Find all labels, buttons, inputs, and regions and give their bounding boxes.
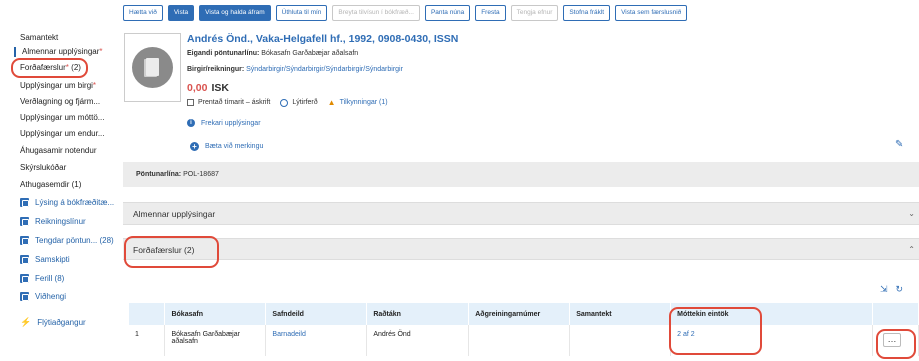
assign-to-me-button[interactable]: Úthluta til mín <box>275 5 328 21</box>
cell-library: Bókasafn Garðabæjar aðalsafn <box>164 325 267 356</box>
plus-icon: + <box>190 142 199 151</box>
save-button[interactable]: Vista <box>167 5 195 21</box>
owner-info: Eigandi pöntunarlínu: Bókasafn Garðabæja… <box>187 50 359 57</box>
cell-received: 2 af 2 <box>670 325 873 356</box>
sidebar-link-quick-access[interactable]: ⚡ Flýtiaðgangur <box>20 317 86 328</box>
col-header-num <box>129 303 166 325</box>
flag-lifecycle: Lýtirferð <box>280 98 318 107</box>
section-general-header[interactable]: Almennar upplýsingar ⌄ <box>123 202 919 225</box>
bolt-icon: ⚡ <box>20 317 32 327</box>
pencil-icon[interactable]: ✎ <box>895 139 903 150</box>
location-link[interactable]: Barnadeild <box>272 331 305 338</box>
vendor-info: Birgir/reikningur: Sýndarbirgir/Sýndarbi… <box>187 66 403 73</box>
table-header-row: Bókasafn Safndeild Raðtákn Aðgreiningarn… <box>129 303 919 325</box>
cell-summary <box>569 325 672 356</box>
col-header-received: Móttekin eintök <box>670 303 873 325</box>
defer-button[interactable]: Fresta <box>475 5 506 21</box>
cell-callnumber: Andrés Önd <box>366 325 470 356</box>
sidebar-link-linked-orders[interactable]: Tengdar pöntun... (28) <box>20 236 114 245</box>
col-header-library: Bókasafn <box>164 303 267 325</box>
table-row: 1 Bókasafn Garðabæjar aðalsafn Barnadeil… <box>129 325 919 356</box>
col-header-actions <box>872 303 919 325</box>
sidebar-link-bib-record[interactable]: Lýsing á bókfræðitæ... <box>20 198 114 207</box>
cell-actions: … <box>872 325 919 356</box>
col-header-location: Safndeild <box>265 303 368 325</box>
change-bib-reference-button[interactable]: Breyta tilvísun í bókfræð... <box>332 5 420 21</box>
record-icon <box>20 236 29 245</box>
sidebar-item-renewal[interactable]: Upplýsingar um endur... <box>20 129 105 139</box>
col-header-summary: Samantekt <box>569 303 672 325</box>
more-actions-button[interactable]: … <box>882 333 901 347</box>
holdings-table: Bókasafn Safndeild Raðtákn Aðgreiningarn… <box>129 303 919 356</box>
link-items-button[interactable]: Tengja efnur <box>510 5 559 21</box>
sidebar-item-holdings[interactable]: Forðafærslur* (2) <box>20 63 81 73</box>
record-icon <box>20 292 29 301</box>
info-icon: i <box>187 119 195 127</box>
cell-num: 1 <box>129 325 166 356</box>
save-and-continue-button[interactable]: Vista og halda áfram <box>199 5 271 21</box>
panel-actions: ⇲ ↻ <box>880 284 903 295</box>
save-as-template-button[interactable]: Vista sem færslusnið <box>615 5 688 21</box>
record-icon <box>20 274 29 283</box>
export-icon[interactable]: ⇲ <box>880 284 888 295</box>
sidebar-item-notes[interactable]: Athugasemdir (1) <box>20 180 81 190</box>
sidebar-item-general[interactable]: Almennar upplýsingar* <box>14 47 103 57</box>
clock-icon <box>280 98 289 107</box>
record-icon <box>20 198 29 207</box>
checkbox-icon <box>187 99 194 106</box>
sidebar-link-invoice-lines[interactable]: Reikningslínur <box>20 217 86 226</box>
sidebar-item-receiving[interactable]: Upplýsingar um móttö... <box>20 113 104 123</box>
sidebar-item-vendor[interactable]: Upplýsingar um birgi* <box>20 81 96 91</box>
sidebar-item-pricing[interactable]: Verðlagning og fjárm... <box>20 97 100 107</box>
chevron-up-icon: ⌃ <box>908 245 915 254</box>
sidebar-link-communications[interactable]: Samskipti <box>20 255 70 264</box>
flag-print-subscription: Prentað tímarit – áskrift <box>187 99 270 106</box>
order-line-bar: Pöntunarlína: POL-18687 <box>123 162 919 187</box>
section-holdings-header[interactable]: Forðafærslur (2) ⌃ <box>123 238 919 260</box>
record-icon <box>20 217 29 226</box>
sidebar-item-interested-users[interactable]: Áhugasamir notendur <box>20 146 97 156</box>
add-tag-button[interactable]: + Bæta við merkingu <box>190 142 263 151</box>
received-items-link[interactable]: 2 af 2 <box>677 331 695 338</box>
sidebar-item-report-codes[interactable]: Skýrslukóðar <box>20 163 66 173</box>
price: 0,00 ISK <box>187 82 229 94</box>
sidebar-link-attachments[interactable]: Viðhengi <box>20 292 66 301</box>
page-title[interactable]: Andrés Önd., Vaka-Helgafell hf., 1992, 0… <box>187 33 458 45</box>
chevron-down-icon: ⌄ <box>908 209 915 218</box>
more-info-link[interactable]: i Frekari upplýsingar <box>187 119 261 127</box>
sidebar-link-history[interactable]: Ferill (8) <box>20 274 64 283</box>
order-now-button[interactable]: Panta núna <box>424 5 471 21</box>
status-flags: Prentað tímarit – áskrift Lýtirferð ▲ Til… <box>187 98 388 107</box>
sidebar: Samantekt Almennar upplýsingar* Forðafær… <box>0 0 117 361</box>
cover-thumbnail <box>124 33 181 102</box>
book-icon <box>132 47 173 88</box>
refresh-icon[interactable]: ↻ <box>896 284 904 295</box>
record-icon <box>20 255 29 264</box>
col-header-barcode: Aðgreiningarnúmer <box>468 303 571 325</box>
vendor-link[interactable]: Sýndarbirgir/Sýndarbirgir/Sýndarbirgir/S… <box>246 66 403 73</box>
cell-barcode <box>468 325 571 356</box>
create-return-button[interactable]: Stofna fráklt <box>563 5 611 21</box>
cancel-button[interactable]: Hætta við <box>123 5 163 21</box>
col-header-callnumber: Raðtákn <box>366 303 470 325</box>
cell-location: Barnadeild <box>265 325 368 356</box>
toolbar: Hætta við Vista Vista og halda áfram Úth… <box>123 5 688 21</box>
flag-alerts[interactable]: ▲ Tilkynningar (1) <box>328 98 388 107</box>
sidebar-item-summary[interactable]: Samantekt <box>20 33 58 43</box>
warning-icon: ▲ <box>327 98 336 107</box>
